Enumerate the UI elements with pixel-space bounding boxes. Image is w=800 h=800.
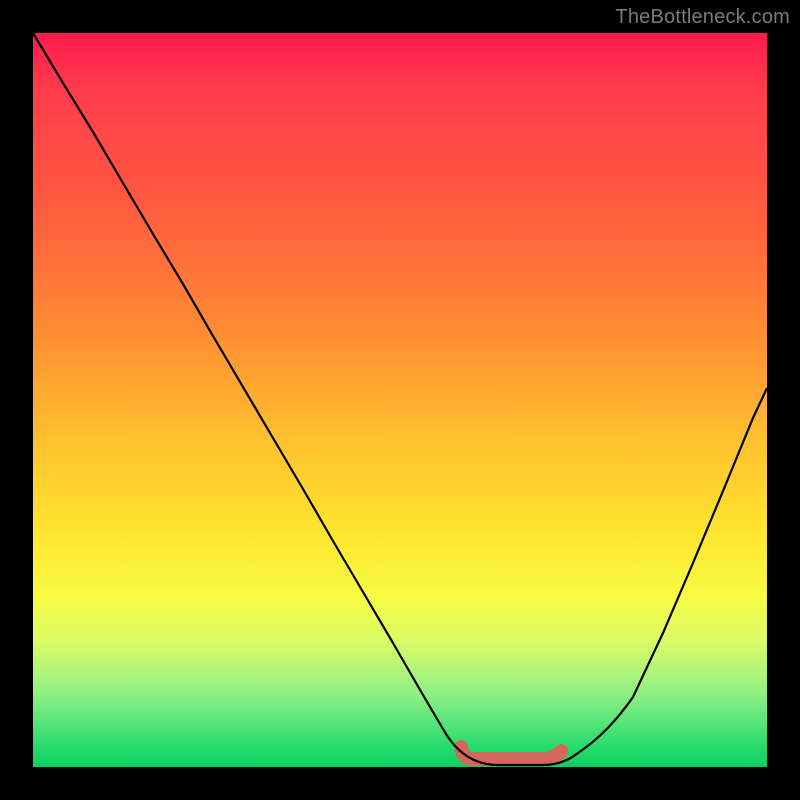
plot-area xyxy=(33,33,767,767)
bottleneck-curve xyxy=(33,33,767,765)
watermark-text: TheBottleneck.com xyxy=(615,6,790,29)
optimal-range-marker xyxy=(461,747,561,759)
chart-svg xyxy=(33,33,767,767)
chart-container: TheBottleneck.com xyxy=(0,0,800,800)
